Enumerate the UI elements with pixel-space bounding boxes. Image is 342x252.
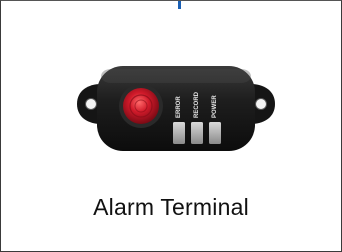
power-led: [209, 122, 221, 144]
record-led: [191, 122, 203, 144]
record-label: RECORD: [194, 91, 200, 118]
right-mount-hole: [255, 98, 267, 110]
product-card[interactable]: ERROR RECORD POWER Alarm Terminal: [0, 0, 342, 252]
error-led: [173, 122, 185, 144]
product-title[interactable]: Alarm Terminal: [1, 194, 341, 221]
product-image[interactable]: ERROR RECORD POWER: [71, 56, 281, 166]
top-indicator-mark: [178, 1, 181, 9]
left-mount-hole: [85, 98, 97, 110]
body-highlight: [101, 69, 251, 83]
error-label: ERROR: [176, 96, 182, 118]
alarm-button[interactable]: [123, 88, 159, 124]
alarm-terminal-icon: ERROR RECORD POWER: [77, 66, 275, 151]
power-label: POWER: [212, 95, 218, 118]
